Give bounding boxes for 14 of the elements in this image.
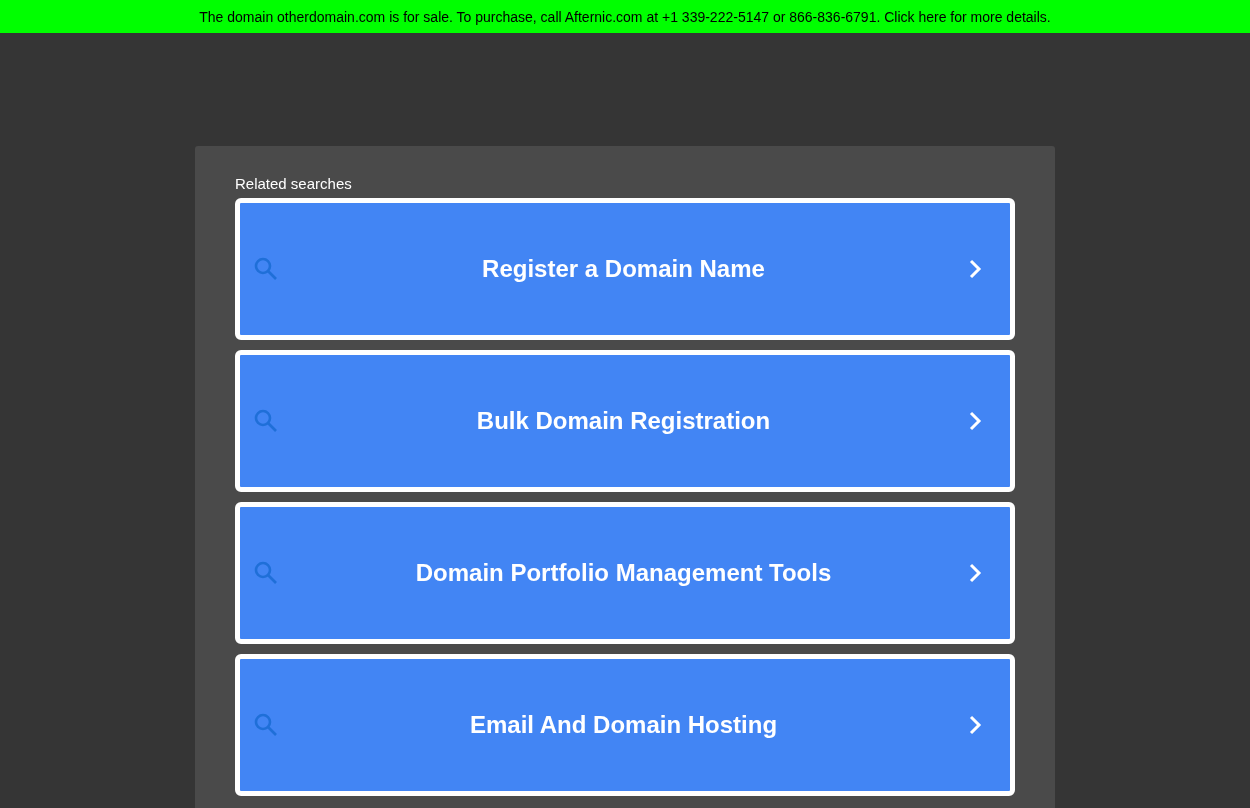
chevron-right-icon — [968, 410, 982, 432]
search-result-link[interactable]: Register a Domain Name — [235, 198, 1015, 340]
search-icon — [253, 408, 279, 434]
chevron-right-icon — [968, 562, 982, 584]
chevron-right-icon — [968, 714, 982, 736]
search-icon — [253, 256, 279, 282]
sale-banner-link[interactable]: The domain otherdomain.com is for sale. To purchase, call Afternic.com at +1 339-222-5147 or 866-836-6791. Click here for more details. — [0, 0, 1250, 33]
search-result-link[interactable]: Domain Portfolio Management Tools — [235, 502, 1015, 644]
search-result-link[interactable]: Bulk Domain Registration — [235, 350, 1015, 492]
search-icon — [253, 712, 279, 738]
search-result-link[interactable]: Email And Domain Hosting — [235, 654, 1015, 796]
section-heading: Related searches — [235, 175, 352, 192]
search-icon — [253, 560, 279, 586]
chevron-right-icon — [968, 258, 982, 280]
